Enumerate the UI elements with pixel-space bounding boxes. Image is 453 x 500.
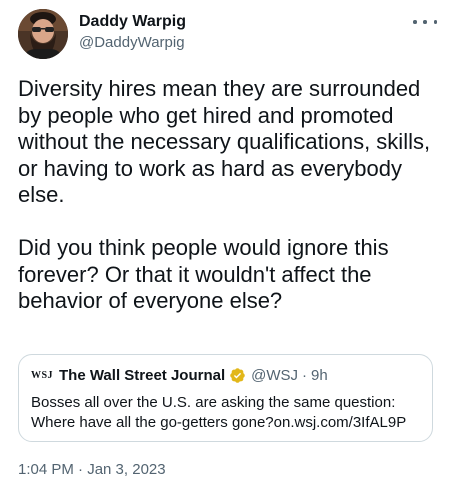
quoted-author-handle: @WSJ xyxy=(251,366,299,384)
tweet-paragraph: Diversity hires mean they are surrounded… xyxy=(18,76,431,208)
author-handle[interactable]: @DaddyWarpig xyxy=(79,33,185,53)
bearded-man-avatar-icon xyxy=(18,9,68,59)
quoted-separator: · xyxy=(302,366,308,384)
verified-badge-icon xyxy=(229,367,246,384)
author-avatar[interactable] xyxy=(18,9,68,59)
more-options-icon[interactable] xyxy=(413,14,437,30)
quoted-tweet-time: 9h xyxy=(311,366,328,384)
quoted-tweet-card[interactable]: WSJ The Wall Street Journal @WSJ · 9h Bo… xyxy=(18,354,433,442)
tweet-timestamp[interactable]: 1:04 PM · Jan 3, 2023 xyxy=(18,460,166,480)
wsj-logo: WSJ xyxy=(31,369,54,381)
quoted-tweet-text: Bosses all over the U.S. are asking the … xyxy=(31,394,407,431)
quoted-author-name: The Wall Street Journal xyxy=(59,366,226,384)
author-display-name[interactable]: Daddy Warpig xyxy=(79,12,186,32)
tweet-text: Diversity hires mean they are surrounded… xyxy=(18,76,438,315)
quoted-tweet-header: WSJ The Wall Street Journal @WSJ · 9h xyxy=(31,365,328,385)
tweet: Daddy Warpig @DaddyWarpig Diversity hire… xyxy=(0,0,453,500)
tweet-paragraph: Did you think people would ignore this f… xyxy=(18,234,389,314)
